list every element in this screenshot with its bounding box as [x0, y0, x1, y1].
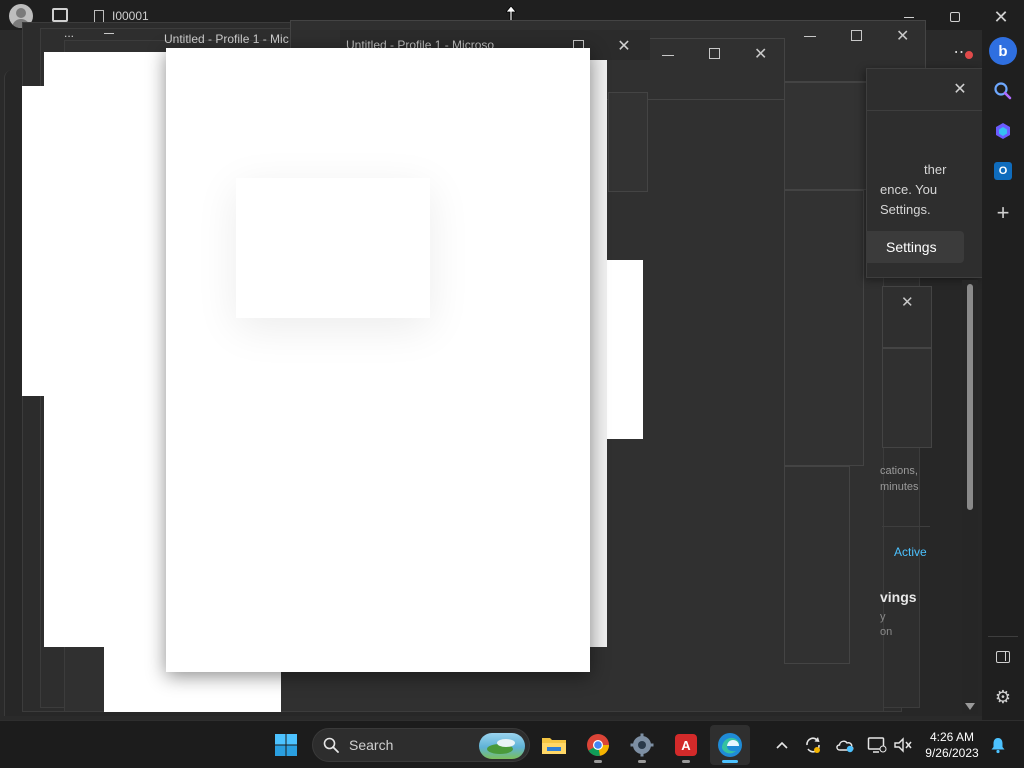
- ghost-pane-d: [784, 466, 850, 664]
- window-2-close-button[interactable]: ✕: [601, 31, 647, 61]
- folder-icon: [542, 738, 566, 754]
- lower-divider: [882, 526, 930, 527]
- notification-badge: [964, 50, 974, 60]
- active-indicator: [722, 760, 738, 763]
- copilot-icon: [996, 123, 1010, 139]
- copilot-sidebar-button[interactable]: [982, 112, 1024, 150]
- ghost-caption-small: ...: [56, 18, 166, 48]
- bing-icon: b: [989, 37, 1017, 65]
- search-highlight-image: [479, 733, 525, 759]
- lower-heading: vings: [880, 589, 917, 605]
- more-options-button[interactable]: ⋯: [946, 38, 978, 66]
- sidebar-toggle-icon: [996, 651, 1010, 663]
- chevron-up-icon: [776, 741, 788, 749]
- edge-button[interactable]: [710, 725, 750, 765]
- outlook-sidebar-button[interactable]: O: [982, 152, 1024, 190]
- close-icon: ✕: [617, 38, 631, 55]
- ghost-caption-small-label: ...: [64, 26, 75, 40]
- ghost-window-4-minimize: [804, 36, 816, 37]
- ghost-window-5-maximize-icon: [709, 48, 720, 59]
- search-icon: [994, 82, 1012, 100]
- active-status-link[interactable]: Active: [894, 545, 927, 559]
- display-tray-icon[interactable]: [865, 733, 889, 757]
- blank-page-main: [166, 48, 590, 672]
- flyout-text-line-2: ence. You: [880, 182, 938, 197]
- scrollbar-thumb[interactable]: [967, 284, 973, 510]
- close-icon: ✕: [953, 81, 967, 98]
- flyout-text-line-3: Settings.: [880, 202, 931, 217]
- outlook-icon: O: [994, 162, 1012, 180]
- running-indicator: [594, 760, 602, 763]
- hide-sidebar-button[interactable]: [982, 638, 1024, 676]
- scroll-down-arrow-icon[interactable]: [965, 703, 975, 710]
- chrome-button[interactable]: [578, 725, 618, 765]
- clock-time: 4:26 AM: [929, 730, 975, 744]
- lower-fragment-2: minutes: [880, 481, 919, 493]
- display-icon: [867, 737, 887, 753]
- settings-button[interactable]: [622, 725, 662, 765]
- ghost-window-5-minimize: [662, 55, 674, 56]
- minimize-icon: [904, 16, 914, 18]
- flyout-divider: [866, 110, 982, 111]
- close-button[interactable]: ✕: [978, 2, 1024, 32]
- restore-button[interactable]: [932, 2, 978, 32]
- blank-page-right-edge: [588, 52, 607, 647]
- ghost-pane-c: [784, 190, 864, 466]
- flyout-settings-button[interactable]: Settings: [866, 231, 964, 263]
- edge-sidebar: b O + ⚙: [982, 30, 1024, 720]
- ghost-notification-2: [882, 348, 932, 448]
- gear-icon: [630, 733, 654, 757]
- ghost-notification-1-close-icon: ✕: [901, 294, 914, 311]
- blank-page-side-strip: [607, 260, 643, 439]
- show-hidden-icons-button[interactable]: [770, 733, 794, 757]
- bing-copilot-button[interactable]: b: [982, 32, 1024, 70]
- lower-fragment-1: cations,: [880, 465, 918, 477]
- add-sidebar-app-button[interactable]: +: [982, 194, 1024, 232]
- acrobat-icon: A: [675, 734, 697, 756]
- flyout-settings-label: Settings: [886, 239, 937, 255]
- taskbar-clock[interactable]: 4:26 AM 9/26/2023: [920, 729, 984, 761]
- clock-date: 9/26/2023: [925, 746, 979, 760]
- volume-muted-icon: [894, 737, 912, 753]
- lower-fragment-3: y: [880, 611, 886, 623]
- acrobat-button[interactable]: A: [666, 725, 706, 765]
- running-indicator: [682, 760, 690, 763]
- search-sidebar-button[interactable]: [982, 72, 1024, 110]
- blank-page-left: [44, 52, 174, 647]
- ghost-window-4-close-icon: ✕: [896, 28, 910, 45]
- ghost-window-4-maximize-icon: [851, 30, 862, 41]
- taskbar-search-box[interactable]: Search: [312, 728, 530, 762]
- sync-icon: [806, 737, 820, 753]
- flyout-close-button[interactable]: ✕: [937, 74, 983, 104]
- search-placeholder: Search: [349, 737, 394, 753]
- windows-start-icon: [275, 734, 297, 756]
- sidebar-divider: [988, 636, 1018, 637]
- window-title-1: Untitled - Profile 1 - Mic: [164, 32, 289, 46]
- edge-icon: [718, 733, 742, 757]
- search-icon: [323, 737, 339, 753]
- ghost-pane-a: [608, 92, 648, 192]
- taskbar: Search A 4:26 AM 9/26/2023: [0, 720, 1024, 768]
- file-explorer-button[interactable]: [534, 725, 574, 765]
- ghost-window-5-close-icon: ✕: [754, 46, 768, 63]
- sidebar-settings-button[interactable]: ⚙: [982, 678, 1024, 716]
- running-indicator: [638, 760, 646, 763]
- chrome-icon: [587, 734, 609, 756]
- sync-tray-icon[interactable]: [801, 733, 825, 757]
- lower-fragment-4: on: [880, 626, 893, 638]
- restore-icon: [950, 12, 960, 22]
- close-icon: ✕: [993, 7, 1009, 27]
- plus-icon: +: [996, 200, 1010, 225]
- cloud-icon: [836, 740, 854, 753]
- notification-center-button[interactable]: [986, 733, 1010, 757]
- flyout-text-line-1: ther: [924, 162, 947, 177]
- gear-icon: ⚙: [994, 686, 1012, 707]
- start-button[interactable]: [266, 725, 306, 765]
- blank-dialog-ghost: [236, 178, 430, 318]
- onedrive-tray-icon[interactable]: [833, 733, 857, 757]
- volume-tray-icon[interactable]: [891, 733, 915, 757]
- bell-icon: [991, 738, 1005, 754]
- vertical-scrollbar[interactable]: [962, 280, 978, 714]
